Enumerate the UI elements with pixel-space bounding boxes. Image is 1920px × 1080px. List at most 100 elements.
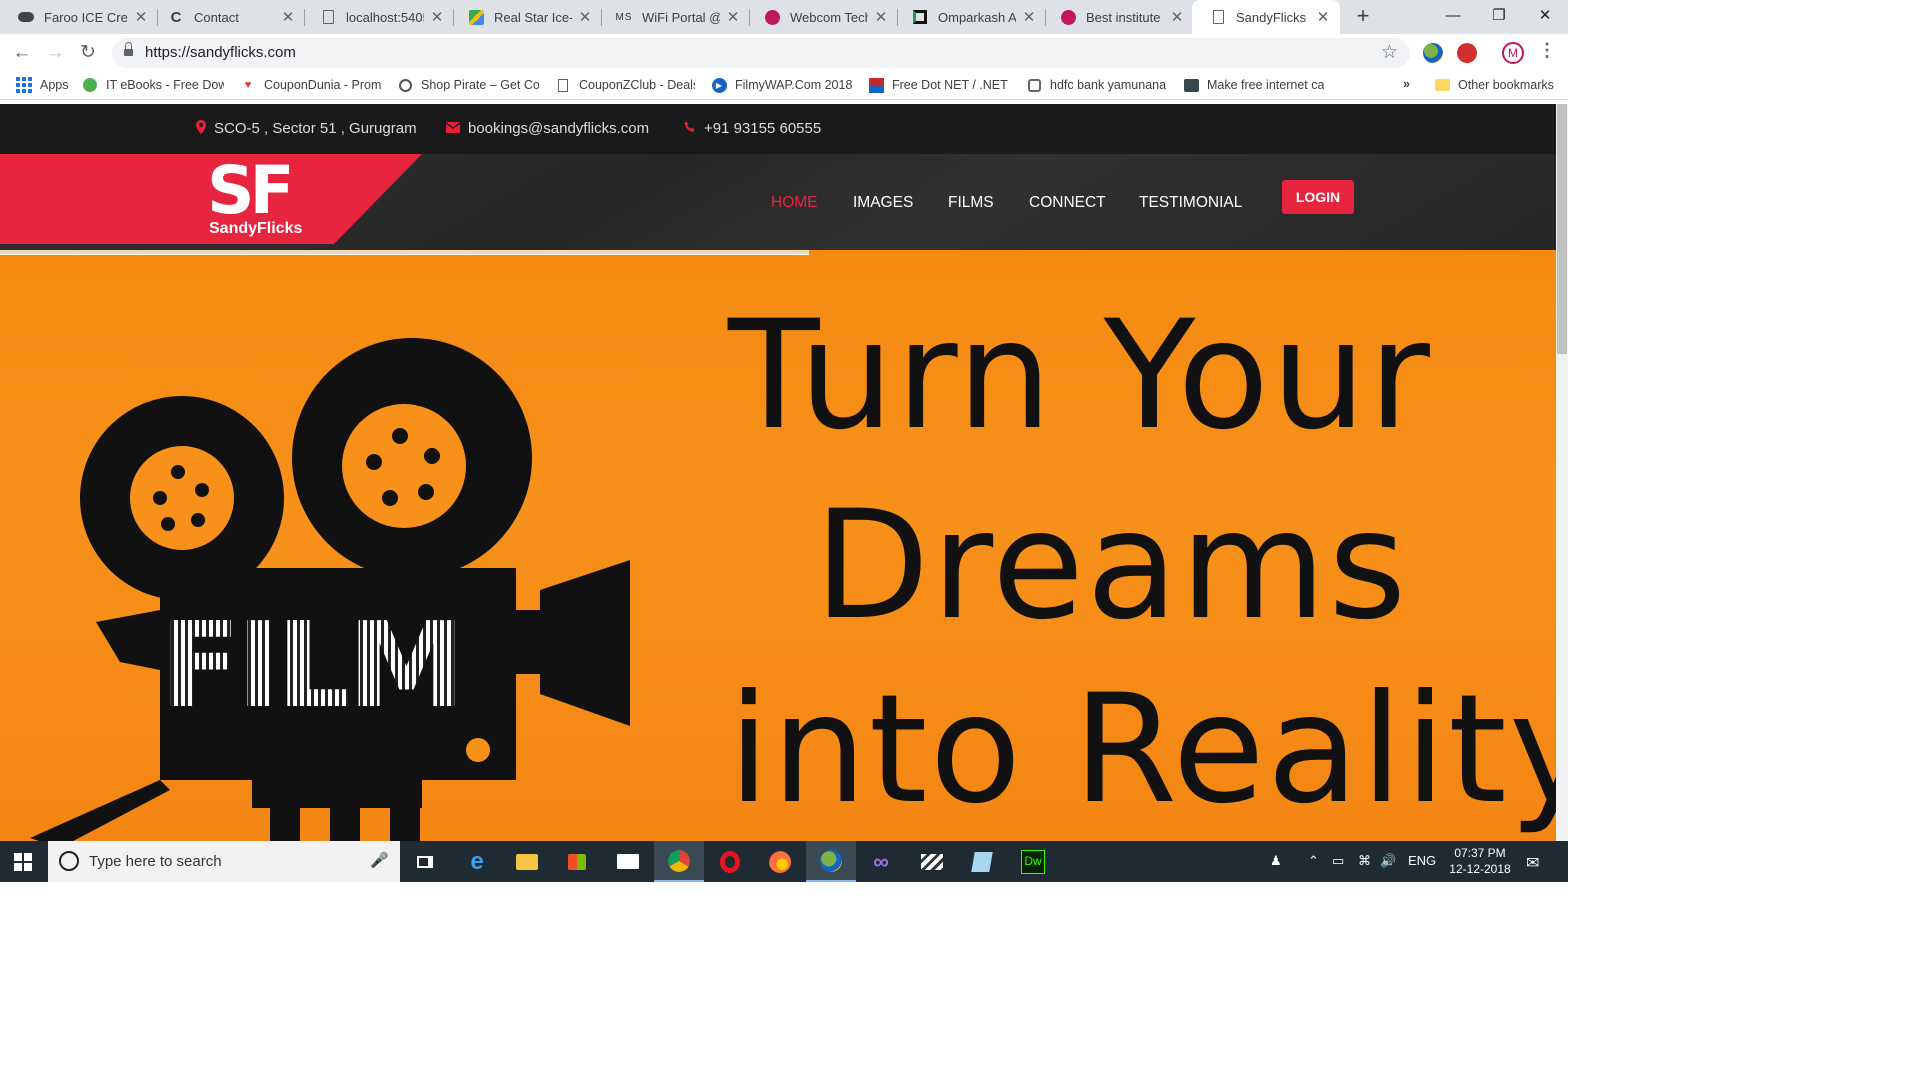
bookmark-apps[interactable]: Apps <box>16 77 76 93</box>
page-icon <box>320 9 336 25</box>
phone-item[interactable]: +91 93155 60555 <box>684 120 821 137</box>
profile-avatar[interactable]: M <box>1502 42 1524 64</box>
lock-icon <box>124 42 133 57</box>
dreamweaver-icon[interactable]: Dw <box>1008 841 1058 882</box>
forward-icon[interactable]: → <box>42 40 68 66</box>
tab-omparkash[interactable]: Omparkash An ✕ <box>894 0 1046 34</box>
ms-favicon: MS <box>615 11 633 23</box>
close-tab-icon[interactable]: ✕ <box>1316 8 1330 26</box>
bookmark-it-ebooks[interactable]: IT eBooks - Free Dow <box>82 77 224 93</box>
apps-grid-icon <box>16 77 32 93</box>
notifications-icon[interactable]: ✉ <box>1526 853 1539 873</box>
close-tab-icon[interactable]: ✕ <box>874 8 888 26</box>
firefox-icon[interactable] <box>755 841 805 882</box>
close-window-icon[interactable]: ✕ <box>1522 0 1568 34</box>
hero-headline-line-1: Turn Your <box>728 289 1432 463</box>
nav-connect[interactable]: CONNECT <box>1029 194 1106 212</box>
tab-best-institute[interactable]: Best institute fo ✕ <box>1042 0 1194 34</box>
tab-wifi-portal[interactable]: MS WiFi Portal @ H ✕ <box>598 0 750 34</box>
hero-slider: FILM Turn Your Dreams into Reality <box>0 250 1556 841</box>
tab-real-star[interactable]: Real Star Ice-cr ✕ <box>450 0 602 34</box>
login-button[interactable]: LOGIN <box>1282 180 1354 214</box>
bookmark-shop-pirate[interactable]: Shop Pirate – Get Co <box>397 77 539 93</box>
reload-icon[interactable]: ↻ <box>75 40 101 66</box>
cortana-icon <box>59 851 79 871</box>
maps-favicon <box>468 9 484 25</box>
other-bookmarks-folder[interactable]: Other bookmarks <box>1434 77 1560 93</box>
email-link[interactable]: bookings@sandyflicks.com <box>468 120 649 137</box>
bookmark-star-icon[interactable]: ☆ <box>1381 41 1398 64</box>
movie-maker-icon[interactable] <box>907 841 957 882</box>
volume-icon[interactable]: 🔊 <box>1380 853 1396 869</box>
windows-start-icon[interactable] <box>14 853 32 871</box>
bookmark-hdfc-bank[interactable]: hdfc bank yamunana <box>1026 77 1168 93</box>
address-bar[interactable]: https://sandyflicks.com ☆ <box>112 38 1410 68</box>
search-placeholder: Type here to search <box>89 853 222 870</box>
bookmark-free-dot-net[interactable]: Free Dot NET / .NET <box>868 77 1010 93</box>
back-icon[interactable]: ← <box>9 40 35 66</box>
tab-faroo[interactable]: Faroo ICE Crea ✕ <box>0 0 158 34</box>
close-tab-icon[interactable]: ✕ <box>1022 8 1036 26</box>
store-icon[interactable] <box>552 841 602 882</box>
phone-link[interactable]: +91 93155 60555 <box>704 120 821 137</box>
people-icon[interactable]: ♟ <box>1270 853 1282 869</box>
extension-badge-icon[interactable] <box>1457 43 1477 63</box>
close-tab-icon[interactable]: ✕ <box>578 8 592 26</box>
close-tab-icon[interactable]: ✕ <box>430 8 444 26</box>
logo-mark[interactable]: SF <box>207 155 295 227</box>
tab-webcom[interactable]: Webcom Techn ✕ <box>746 0 898 34</box>
battery-icon[interactable]: ▭ <box>1332 853 1344 869</box>
close-tab-icon[interactable]: ✕ <box>1170 8 1184 26</box>
close-tab-icon[interactable]: ✕ <box>134 8 148 26</box>
file-explorer-icon[interactable] <box>502 841 552 882</box>
tab-sandyflicks[interactable]: SandyFlicks | H ✕ <box>1192 0 1340 34</box>
windows-taskbar: Type here to search 🎤 e ∞ Dw ♟ ⌃ ▭ ⌘ 🔊 E… <box>0 841 1568 882</box>
close-tab-icon[interactable]: ✕ <box>281 8 295 26</box>
tab-localhost[interactable]: localhost:5405 ✕ <box>302 0 454 34</box>
extension-globe-icon[interactable] <box>1423 43 1443 63</box>
mail-icon[interactable] <box>603 841 653 882</box>
folder-icon <box>1434 77 1450 93</box>
site-navbar: SF SandyFlicks HOME IMAGES FILMS CONNECT… <box>0 154 1556 250</box>
new-tab-button[interactable]: + <box>1350 4 1376 30</box>
nav-films[interactable]: FILMS <box>948 194 994 212</box>
tab-contact[interactable]: C Contact ✕ <box>150 0 305 34</box>
system-clock[interactable]: 07:37 PM 12-12-2018 <box>1440 845 1520 877</box>
page-icon <box>1210 9 1226 25</box>
page-icon <box>555 77 571 93</box>
microphone-icon[interactable]: 🎤 <box>370 851 389 869</box>
edge-icon[interactable]: e <box>452 841 502 882</box>
notepad-icon[interactable] <box>957 841 1007 882</box>
nav-images[interactable]: IMAGES <box>853 194 913 212</box>
nav-testimonial[interactable]: TESTIMONIAL <box>1139 194 1242 212</box>
wifi-icon[interactable]: ⌘ <box>1358 853 1371 869</box>
network-app-icon[interactable] <box>806 841 856 882</box>
opera-icon[interactable] <box>705 841 755 882</box>
dotnet-favicon <box>868 77 884 93</box>
bookmarks-overflow-button[interactable]: » <box>1403 77 1417 91</box>
address-text: SCO-5 , Sector 51 , Gurugram <box>214 120 417 137</box>
menu-kebab-icon[interactable]: ⋮ <box>1538 40 1556 61</box>
bookmark-free-internet[interactable]: Make free internet ca <box>1183 77 1325 93</box>
page-scrollbar[interactable] <box>1556 104 1568 841</box>
bookmark-couponzclub[interactable]: CouponZClub - Deals <box>555 77 695 93</box>
language-indicator[interactable]: ENG <box>1408 853 1436 868</box>
scrollbar-thumb[interactable] <box>1557 104 1567 354</box>
url-text[interactable]: https://sandyflicks.com <box>145 44 296 61</box>
address-item: SCO-5 , Sector 51 , Gurugram <box>196 120 417 137</box>
visual-studio-icon[interactable]: ∞ <box>856 841 906 882</box>
taskbar-search-box[interactable]: Type here to search 🎤 <box>48 841 400 882</box>
filmywap-favicon: ▶ <box>711 77 727 93</box>
logo-name[interactable]: SandyFlicks <box>209 220 302 238</box>
task-view-icon[interactable] <box>400 841 450 882</box>
bookmark-filmywap[interactable]: ▶ FilmyWAP.Com 2018 <box>711 77 853 93</box>
restore-icon[interactable]: ❐ <box>1476 0 1522 34</box>
clock-time: 07:37 PM <box>1454 846 1506 860</box>
close-tab-icon[interactable]: ✕ <box>726 8 740 26</box>
minimize-icon[interactable]: — <box>1430 0 1476 34</box>
chrome-icon[interactable] <box>654 841 704 882</box>
bookmark-coupondunia[interactable]: ♥ CouponDunia - Prom <box>240 77 382 93</box>
nav-home[interactable]: HOME <box>771 194 818 212</box>
chevron-up-icon[interactable]: ⌃ <box>1308 853 1319 869</box>
email-item[interactable]: bookings@sandyflicks.com <box>445 120 649 137</box>
